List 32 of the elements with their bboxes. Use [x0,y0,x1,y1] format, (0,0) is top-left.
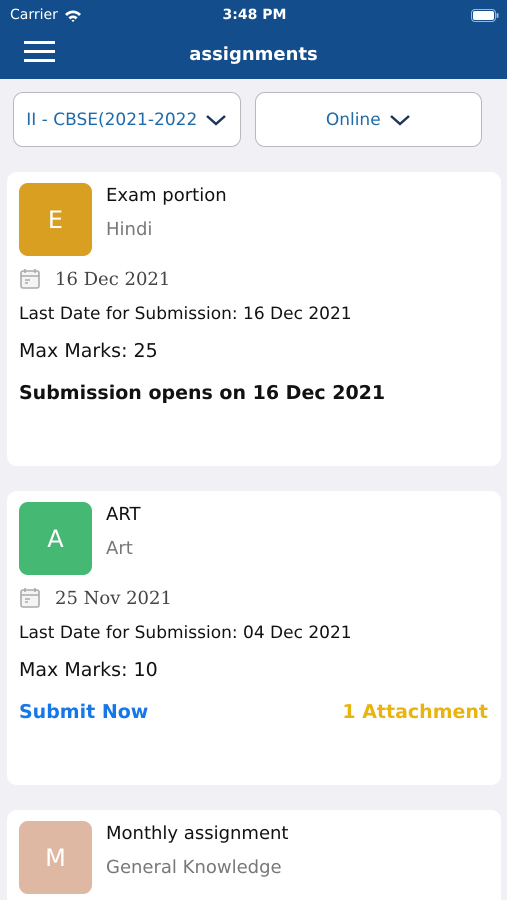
subject-label: General Knowledge [106,857,283,878]
max-marks-label: Max Marks: 10 [19,659,159,681]
screen-title: assignments [189,44,318,65]
filter-dropdown[interactable]: II - CBSE(2021-2022 [13,92,240,147]
last-date-label: Last Date for Submission: 04 Dec 2021 [19,623,353,643]
last-date-label: Last Date for Submission: 16 Dec 2021 [19,304,353,324]
assignment-title: ART [106,504,141,525]
battery-icon [470,8,499,22]
chevron-down-icon [205,114,228,126]
subject-label: Art [106,538,134,559]
submission-notice: Submission opens on 16 Dec 2021 [19,382,386,404]
max-marks-label: Max Marks: 25 [19,340,159,362]
carrier-label: Carrier [10,7,58,23]
filter-dropdown[interactable]: Online [254,92,482,147]
assignment-title: Exam portion [106,185,227,206]
assignment-card[interactable]: E Exam portion Hindi 16 Dec 2021 Last Date for Submission: 16 Dec 2021 Max Marks: 25 Submission opens on 16 Dec 2021 [7,172,501,466]
calendar-icon [19,268,41,290]
subject-avatar: E [19,183,92,256]
chevron-down-icon [388,114,411,126]
assignment-title: Monthly assignment [106,823,288,844]
calendar-icon [19,587,41,609]
menu-button[interactable] [24,41,55,63]
status-time: 3:48 PM [222,7,286,23]
subject-label: Hindi [106,219,154,240]
subject-avatar: A [19,502,92,575]
assignment-date: 25 Nov 2021 [55,588,172,608]
assignment-card[interactable]: M Monthly assignment General Knowledge [7,810,501,900]
submit-now-link[interactable]: Submit Now [19,701,148,723]
subject-avatar: M [19,821,92,894]
assignment-date: 16 Dec 2021 [55,268,170,290]
wifi-icon [64,8,82,22]
assignment-card[interactable]: A ART Art 25 Nov 2021 Last Date for Submission: 04 Dec 2021 Max Marks: 10 Submit Now 1 Attachment [7,491,501,785]
